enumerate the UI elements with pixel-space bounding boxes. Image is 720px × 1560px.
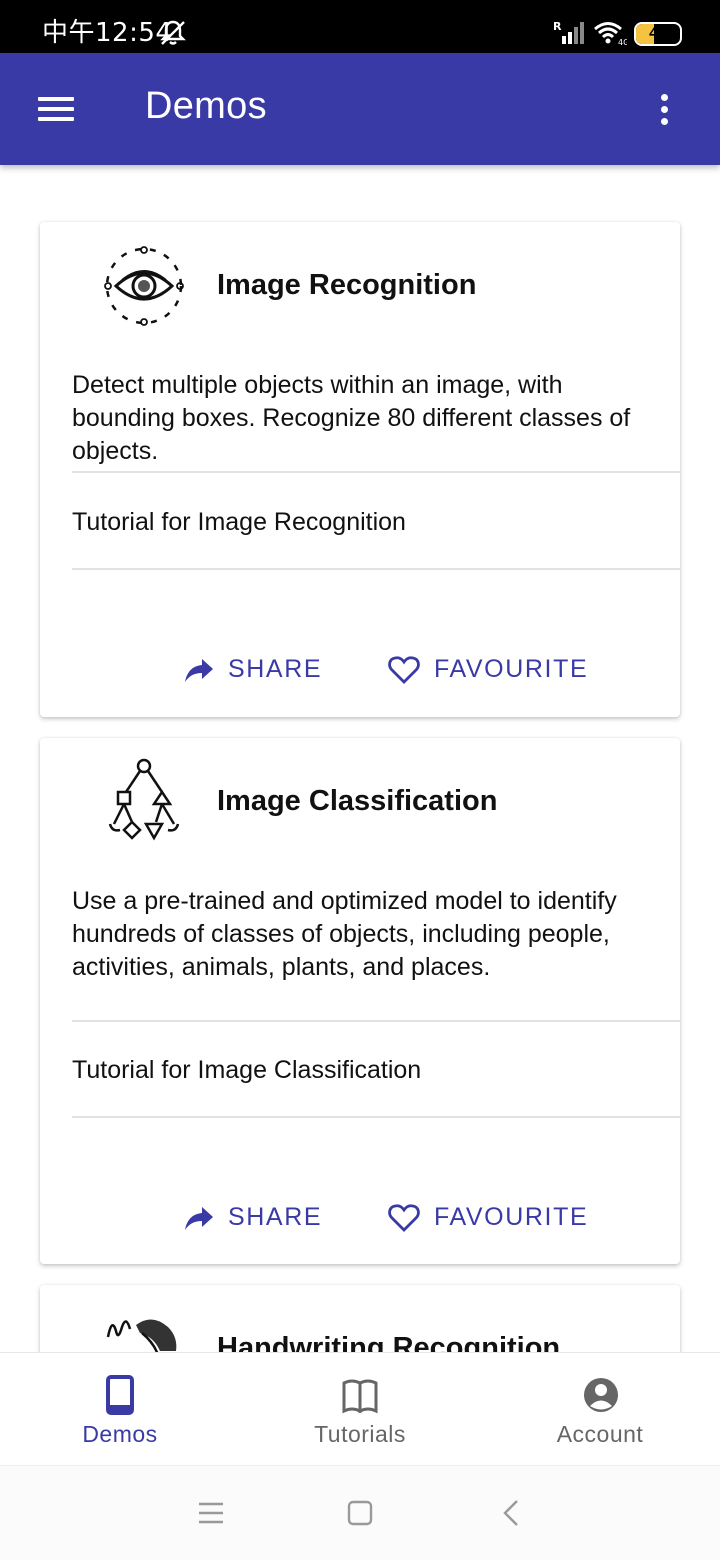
card-title: Image Classification bbox=[217, 785, 498, 817]
mute-icon bbox=[160, 20, 186, 45]
divider bbox=[72, 1116, 680, 1118]
more-vert-icon[interactable] bbox=[648, 89, 680, 129]
share-icon bbox=[185, 658, 213, 682]
book-icon bbox=[342, 1379, 378, 1414]
eye-icon bbox=[104, 246, 184, 326]
nav-item-account[interactable]: Account bbox=[480, 1353, 720, 1466]
nav-item-demos[interactable]: Demos bbox=[0, 1353, 240, 1466]
status-time: 中午12:54 bbox=[42, 18, 173, 48]
account-circle-icon bbox=[584, 1378, 618, 1412]
card-title: Handwriting Recognition bbox=[217, 1332, 561, 1352]
share-icon bbox=[185, 1206, 213, 1230]
tutorial-link[interactable]: Tutorial for Image Classification bbox=[72, 1056, 421, 1085]
page-title: Demos bbox=[145, 85, 267, 127]
card-description: Detect multiple objects within an image,… bbox=[72, 371, 631, 465]
screen: 中午12:54 R 4G 42 Demos Image Recognition … bbox=[0, 0, 720, 1560]
battery-icon: 42 bbox=[634, 22, 682, 46]
back-icon[interactable] bbox=[502, 1499, 520, 1527]
home-icon[interactable] bbox=[347, 1500, 373, 1526]
recents-icon[interactable] bbox=[198, 1502, 224, 1524]
share-button[interactable]: SHARE bbox=[184, 655, 322, 684]
favourite-label: FAVOURITE bbox=[434, 1203, 589, 1231]
signal-icon: R bbox=[553, 20, 584, 44]
status-bar: 中午12:54 R 4G 42 bbox=[0, 0, 720, 53]
phone-icon bbox=[106, 1375, 134, 1415]
demo-card-handwriting-recognition[interactable]: Handwriting Recognition bbox=[40, 1285, 680, 1352]
demo-card-image-recognition[interactable]: Image Recognition Detect multiple object… bbox=[40, 222, 680, 717]
divider bbox=[72, 1020, 680, 1022]
demo-list[interactable]: Image Recognition Detect multiple object… bbox=[0, 165, 720, 1352]
nav-item-tutorials[interactable]: Tutorials bbox=[240, 1353, 480, 1466]
divider bbox=[72, 568, 680, 570]
share-button[interactable]: SHARE bbox=[184, 1203, 322, 1232]
tutorial-link[interactable]: Tutorial for Image Recognition bbox=[72, 508, 406, 537]
favourite-button[interactable]: FAVOURITE bbox=[388, 1203, 588, 1232]
share-label: SHARE bbox=[228, 1203, 323, 1231]
nav-label: Demos bbox=[82, 1421, 158, 1447]
demo-card-image-classification[interactable]: Image Classification Use a pre-trained a… bbox=[40, 738, 680, 1264]
svg-text:R: R bbox=[553, 20, 562, 33]
share-label: SHARE bbox=[228, 655, 323, 683]
favourite-button[interactable]: FAVOURITE bbox=[388, 655, 588, 684]
bottom-navigation: Demos Tutorials Account bbox=[0, 1352, 720, 1465]
battery-level: 42 bbox=[649, 25, 667, 42]
heart-icon bbox=[388, 1203, 420, 1232]
classification-tree-icon bbox=[108, 758, 180, 841]
heart-icon bbox=[388, 655, 420, 684]
wifi-icon: 4G bbox=[594, 22, 627, 46]
menu-icon[interactable] bbox=[28, 89, 84, 129]
system-navigation-bar bbox=[0, 1465, 720, 1560]
nav-label: Account bbox=[556, 1421, 644, 1447]
favourite-label: FAVOURITE bbox=[434, 655, 589, 683]
nav-label: Tutorials bbox=[314, 1421, 406, 1447]
svg-text:4G: 4G bbox=[618, 38, 627, 46]
handwriting-icon bbox=[106, 1319, 177, 1352]
card-title: Image Recognition bbox=[217, 269, 477, 301]
divider bbox=[72, 471, 680, 473]
card-description: Use a pre-trained and optimized model to… bbox=[72, 887, 617, 981]
app-bar: Demos bbox=[0, 53, 720, 165]
